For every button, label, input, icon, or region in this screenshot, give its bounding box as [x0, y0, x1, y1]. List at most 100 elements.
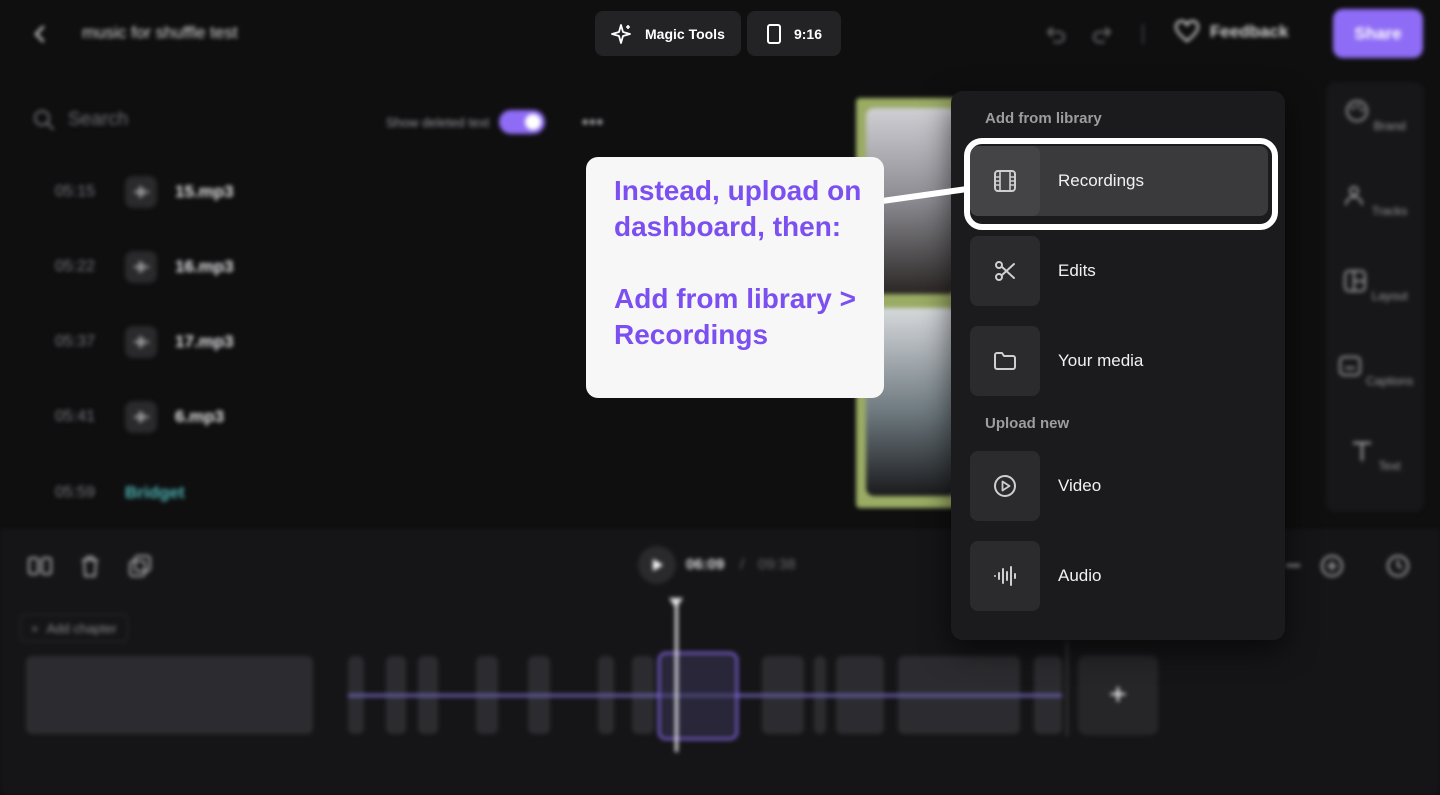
timeline-clip[interactable] [26, 656, 313, 734]
play-icon [653, 559, 663, 571]
audio-clip-icon [125, 326, 157, 358]
transcript-clip[interactable]: 05:22 16.mp3 [55, 251, 234, 283]
clip-time: 05:22 [55, 258, 96, 275]
audio-clip-icon [125, 176, 157, 208]
play-circle-icon [970, 451, 1040, 521]
delete-button[interactable] [76, 552, 104, 580]
clip-time: 05:59 [55, 484, 96, 501]
selected-timeline-clip[interactable] [658, 652, 738, 740]
trash-icon [82, 556, 98, 577]
back-button[interactable] [26, 20, 54, 48]
editor-window: music for shuffle test Feedback Share Se… [0, 0, 1440, 795]
undo-button[interactable] [1044, 22, 1068, 46]
folder-icon [970, 326, 1040, 396]
rail-item-captions[interactable]: Captions [1326, 353, 1424, 388]
layout-icon [1344, 270, 1367, 292]
duplicate-button[interactable] [126, 552, 154, 580]
play-button[interactable] [638, 546, 676, 584]
menu-item-edits[interactable]: Edits [970, 236, 1268, 306]
total-time: 09:38 [758, 556, 796, 573]
instruction-callout: Instead, upload on dashboard, then: Add … [586, 157, 884, 398]
clip-time: 05:41 [55, 408, 96, 425]
palette-icon [1346, 100, 1369, 122]
search-icon [34, 110, 54, 130]
library-heading: Add from library [985, 110, 1102, 127]
timeline-end-marker [1066, 640, 1068, 736]
scissors-icon [970, 236, 1040, 306]
share-button[interactable]: Share [1333, 9, 1423, 58]
transcript-clip[interactable]: 05:15 15.mp3 [55, 176, 234, 208]
menu-item-video[interactable]: Video [970, 451, 1268, 521]
menu-item-label: Your media [1058, 351, 1144, 370]
project-title[interactable]: music for shuffle test [82, 23, 238, 43]
rail-item-layout[interactable]: Layout [1326, 268, 1424, 303]
add-clip-button[interactable]: + [1078, 655, 1158, 735]
search-input[interactable]: Search [68, 109, 128, 131]
menu-item-your-media[interactable]: Your media [970, 326, 1268, 396]
split-button[interactable] [26, 552, 54, 580]
add-chapter-label: Add chapter [46, 620, 117, 636]
time-separator: / [740, 556, 745, 573]
text-icon [1353, 441, 1372, 462]
audio-clip-icon [125, 401, 157, 433]
menu-item-label: Edits [1058, 261, 1096, 280]
clip-name: 17.mp3 [175, 332, 234, 351]
audio-clip-icon [125, 251, 157, 283]
show-deleted-toggle[interactable] [499, 110, 546, 134]
callout-line-1: Instead, upload on dashboard, then: [614, 175, 862, 242]
menu-item-label: Video [1058, 476, 1102, 495]
feedback-button[interactable]: Feedback [1174, 20, 1288, 44]
clock-icon [1387, 555, 1409, 577]
callout-line-2: Add from library > Recordings [614, 283, 856, 350]
magic-tools-label: Magic Tools [645, 25, 725, 42]
aspect-ratio-label: 9:16 [793, 25, 823, 42]
people-icon [1344, 186, 1363, 206]
timer-button[interactable] [1384, 552, 1412, 580]
zoom-in-icon [1321, 555, 1343, 577]
transcript-speaker[interactable]: 05:59 Bridget [55, 483, 185, 503]
menu-item-audio[interactable]: Audio [970, 541, 1268, 611]
split-icon [28, 557, 52, 575]
transcript-clip[interactable]: 05:37 17.mp3 [55, 326, 234, 358]
rail-item-tracks[interactable]: Tracks [1326, 183, 1424, 218]
add-chapter-button[interactable]: + Add chapter [20, 614, 128, 642]
chevron-left-icon [34, 25, 45, 43]
magic-tools-button[interactable]: Magic Tools [595, 11, 741, 56]
waveform-icon [970, 541, 1040, 611]
upload-heading: Upload new [985, 415, 1070, 432]
clip-time: 05:15 [55, 183, 96, 200]
redo-button[interactable] [1090, 22, 1114, 46]
playhead[interactable] [669, 598, 683, 752]
recordings-highlight [964, 138, 1278, 230]
rail-item-label: Brand [1373, 119, 1406, 133]
feedback-label: Feedback [1210, 22, 1289, 41]
timeline-track[interactable] [0, 648, 1100, 748]
sparkle-icon [611, 23, 631, 44]
current-time: 06:09 [686, 556, 725, 573]
show-deleted-control[interactable]: Show deleted text [386, 110, 546, 134]
clip-time: 05:37 [55, 333, 96, 350]
captions-icon [1338, 356, 1361, 376]
show-deleted-label: Show deleted text [386, 114, 490, 130]
clip-name: 6.mp3 [175, 407, 225, 426]
speaker-name: Bridget [125, 483, 185, 502]
clip-name: 16.mp3 [175, 257, 234, 276]
zoom-slider[interactable] [1286, 564, 1300, 567]
clip-name: 15.mp3 [175, 182, 234, 201]
toolbar-divider [1142, 24, 1144, 44]
redo-icon [1093, 27, 1111, 43]
rail-item-brand[interactable]: Brand [1326, 98, 1424, 133]
rail-item-label: Layout [1371, 289, 1408, 303]
rail-item-label: Captions [1365, 374, 1414, 388]
phone-icon [766, 23, 781, 44]
more-options-icon[interactable]: ••• [582, 112, 604, 133]
zoom-in-button[interactable] [1318, 552, 1346, 580]
transcript-clip[interactable]: 05:41 6.mp3 [55, 401, 224, 433]
undo-icon [1047, 27, 1065, 43]
transcript-search[interactable]: Search [32, 108, 128, 132]
rail-item-label: Tracks [1371, 204, 1408, 218]
duplicate-icon [129, 555, 151, 577]
aspect-ratio-button[interactable]: 9:16 [747, 11, 841, 56]
plus-icon: + [31, 620, 39, 636]
rail-item-text[interactable]: Text [1326, 438, 1424, 473]
